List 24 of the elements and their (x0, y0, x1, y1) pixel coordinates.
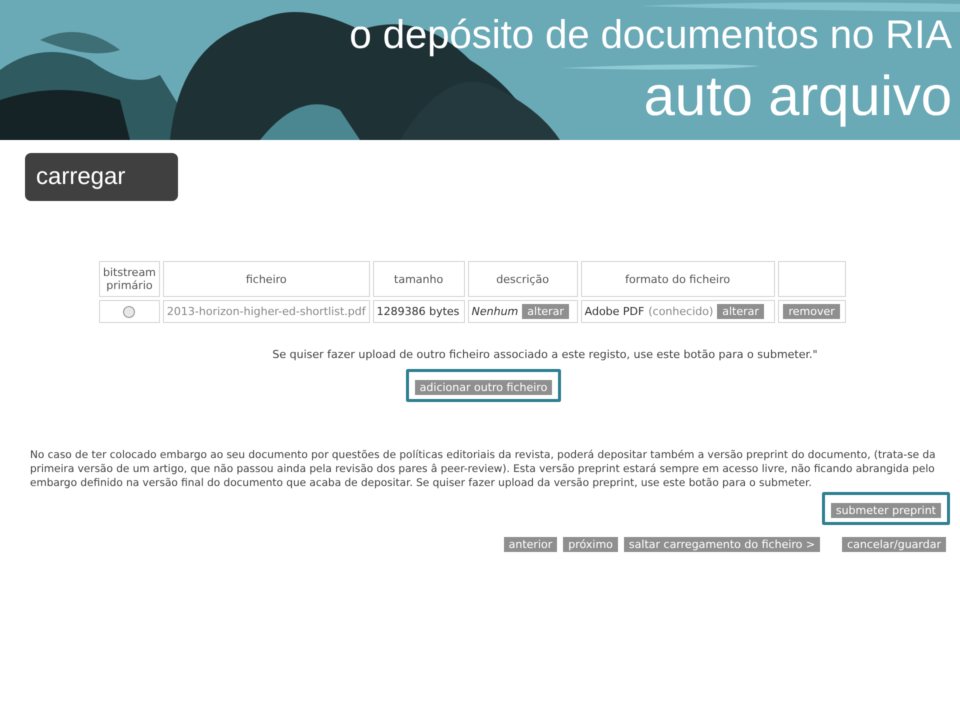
submit-preprint-button[interactable]: submeter preprint (830, 503, 941, 518)
column-header: tamanho (372, 261, 465, 297)
edit-button[interactable]: alterar (522, 304, 569, 319)
format-text: Adobe PDF (584, 305, 644, 318)
add-file-button[interactable]: adicionar outro ficheiro (414, 380, 552, 395)
slide-subtitle: auto arquivo (644, 64, 952, 128)
nav-button[interactable]: cancelar/guardar (842, 537, 946, 552)
format-status: (conhecido) (648, 305, 714, 318)
preprint-note: No caso de ter colocado embargo ao seu documento por questões de políticas editoriais da revista, poderá depositar também a versão preprint do documento, (trata-se da primeira versão de um artigo, que não passou ainda pela revisão dos pares â peer-review). Esta versão preprint estará sempre em acesso livre, não ficando abrangida pelo embargo definido na versão final do documento que acaba de depositar. Se quiser fazer upload da versão preprint, use este botão para o submeter. (30, 448, 937, 490)
edit-button[interactable]: alterar (717, 304, 764, 319)
section-label: carregar (25, 153, 178, 201)
nav-button[interactable]: saltar carregamento do ficheiro > (624, 537, 820, 552)
nav-button[interactable]: anterior (504, 537, 558, 552)
table-cell: 2013-horizon-higher-ed-shortlist.pdf (162, 300, 370, 323)
column-header: ficheiro (162, 261, 370, 297)
radio-button[interactable] (123, 306, 136, 318)
column-header: formato do ficheiro (580, 261, 775, 297)
remove-button[interactable]: remover (783, 304, 840, 319)
column-header: bitstream primário (99, 261, 160, 297)
nav-button[interactable]: próximo (563, 537, 618, 552)
table-cell: 1289386 bytes (372, 300, 465, 323)
upload-note: Se quiser fazer upload de outro ficheiro associado a este registo, use este botão para o submeter." (271, 348, 819, 361)
description-text: Nenhum (472, 305, 518, 318)
column-header: descrição (468, 261, 578, 297)
